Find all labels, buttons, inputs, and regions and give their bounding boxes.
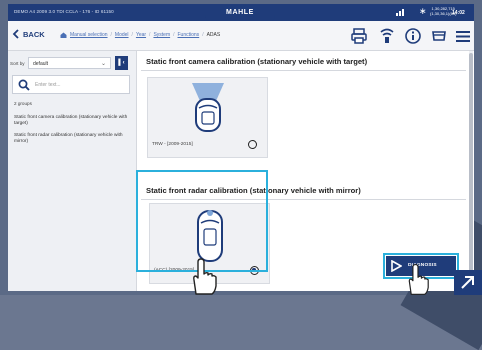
crumb-year[interactable]: Year [136,32,146,38]
sort-value: default [33,61,49,67]
search-placeholder: Enter text... [35,82,61,88]
connection-icon[interactable] [378,27,396,45]
pointer-hand-icon [193,258,217,295]
scrollbar-thumb[interactable] [469,53,473,289]
sort-select[interactable]: default ⌄ [28,57,111,69]
car-camera-icon [192,83,224,132]
bluetooth-icon: ∗ [419,6,427,16]
search-input[interactable]: Enter text... [12,75,130,94]
function-card-camera[interactable]: TRW - [2009-2015] [147,77,268,158]
pointer-hand-icon [408,263,429,295]
crumb-model[interactable]: Model [115,32,129,38]
info-icon[interactable] [404,27,422,45]
sidebar-item-camera-calibration[interactable]: Static front camera calibration (station… [14,115,129,126]
home-icon[interactable] [60,32,67,38]
back-label: BACK [23,29,45,39]
section-title-camera: Static front camera calibration (station… [146,57,368,66]
radio-camera[interactable] [248,140,257,149]
sort-label: Sort by [10,60,25,66]
search-icon [18,79,30,91]
expand-arrow-icon [461,276,474,289]
clock: 14:02 [452,10,465,16]
cart-icon[interactable] [430,27,448,45]
breadcrumb: Manual selection / Model / Year / System / F… [60,32,220,38]
vehicle-info: DEMO A4 2009 3.0 TDI CCLA - 176 - ID 611… [14,9,114,14]
signal-icon [396,9,404,16]
collapse-sidebar-button[interactable]: ▌‹ [115,56,128,70]
crumb-adas: ADAS [206,32,221,38]
groups-count: 2 groups [14,101,32,106]
chevron-down-icon: ⌄ [100,61,106,67]
chevron-left-icon [12,29,19,39]
divider [141,70,466,71]
toolbar-actions [348,26,474,46]
sidebar: Sort by default ⌄ ▌‹ Enter text... 2 gro… [8,51,137,291]
menu-icon[interactable] [454,27,472,45]
crumb-manual-selection[interactable]: Manual selection [70,32,108,38]
sort-row: Sort by default ⌄ ▌‹ [10,56,134,70]
crumb-system[interactable]: System [153,32,170,38]
back-button[interactable]: BACK [12,29,45,39]
toolbar: BACK Manual selection / Model / Year / Syst… [8,21,474,51]
card-caption: TRW - [2009-2015] [152,142,193,147]
crumb-functions[interactable]: Functions [178,32,200,38]
print-icon[interactable] [350,27,368,45]
sidebar-item-radar-calibration[interactable]: Static front radar calibration (stationa… [14,133,129,144]
scrollbar[interactable] [469,51,473,291]
expand-corner-button[interactable] [454,270,482,295]
